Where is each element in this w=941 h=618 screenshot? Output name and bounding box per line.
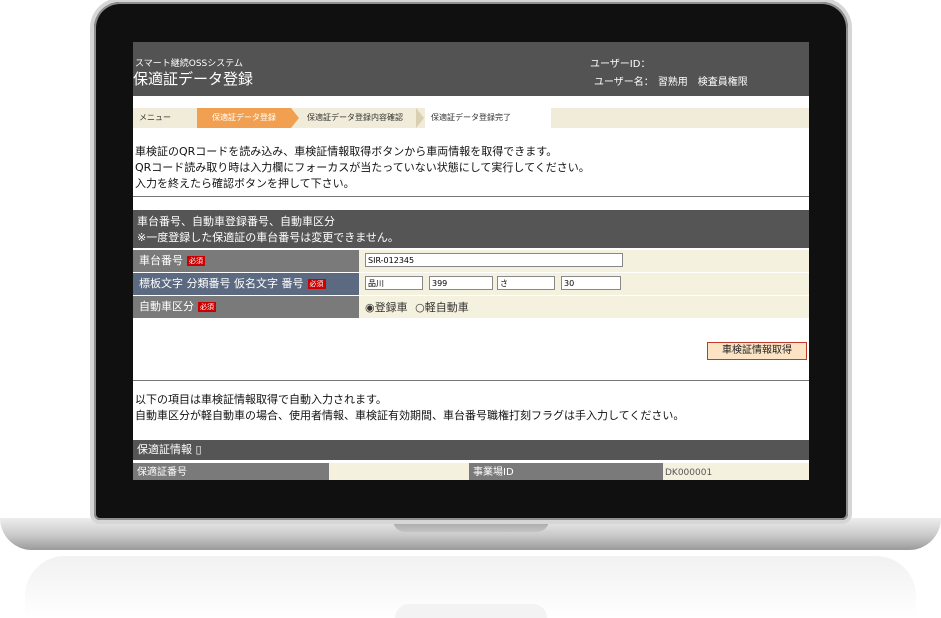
- breadcrumb-menu[interactable]: メニュー: [133, 108, 199, 128]
- plate-row: 標板文字 分類番号 仮名文字 番号 必須 品川 399 さ 30: [133, 273, 809, 295]
- cert-row: 保適証番号 事業場ID DK000001: [133, 463, 809, 480]
- plate-label: 標板文字 分類番号 仮名文字 番号 必須: [133, 273, 359, 295]
- plate-kana-input[interactable]: さ: [497, 276, 555, 290]
- vehicle-section-note: ※一度登録した保適証の車台番号は変更できません。: [137, 231, 399, 244]
- cert-number-label: 保適証番号: [133, 463, 329, 480]
- chassis-label: 車台番号 必須: [133, 250, 359, 272]
- laptop-reflection-notch: [395, 604, 547, 618]
- user-name-value: 習熟用 検査員権限: [657, 77, 748, 88]
- radio-kei[interactable]: ○: [415, 301, 425, 314]
- required-badge: 必須: [187, 256, 205, 266]
- plate-region-input[interactable]: 品川: [365, 276, 423, 290]
- user-name: ユーザー名： 習熟用 検査員権限: [590, 73, 748, 88]
- app-screen: スマート継続OSSシステム 保適証データ登録 ユーザーID： ユーザー名： 習熟用…: [133, 42, 809, 480]
- breadcrumb-current: 保適証データ登録: [197, 108, 291, 128]
- radio-kei-label: 軽自動車: [424, 301, 469, 314]
- plate-value-cell: 品川 399 さ 30: [359, 273, 809, 295]
- chassis-row: 車台番号 必須 SIR-012345: [133, 250, 809, 272]
- intro-line: QRコード読み取り時は入力欄にフォーカスが当たっていない状態にして実行してくださ…: [135, 161, 590, 174]
- breadcrumb-confirm: 保適証データ登録内容確認: [307, 113, 403, 122]
- intro-line: 入力を終えたら確認ボタンを押して下さい。: [135, 177, 355, 190]
- cert-section-header: 保適証情報 ▯: [133, 440, 809, 460]
- vehicle-section-header: 車台番号、自動車登録番号、自動車区分 ※一度登録した保適証の車台番号は変更できま…: [133, 210, 809, 248]
- chassis-value-cell: SIR-012345: [359, 250, 809, 272]
- radio-registered[interactable]: ◉: [365, 301, 375, 314]
- breadcrumb: メニュー 保適証データ登録 保適証データ登録内容確認 保適証データ登録完了: [133, 108, 809, 128]
- office-id-value: DK000001: [663, 463, 809, 480]
- intro-line: 車検証のQRコードを読み込み、車検証情報取得ボタンから車両情報を取得できます。: [135, 145, 558, 158]
- breadcrumb-arrow: [416, 108, 424, 128]
- breadcrumb-arrow: [291, 108, 299, 128]
- category-row: 自動車区分 必須 ◉登録車 ○軽自動車: [133, 296, 809, 318]
- page-title: 保適証データ登録: [133, 70, 254, 88]
- required-badge: 必須: [307, 279, 326, 289]
- auto-input-note: 以下の項目は車検証情報取得で自動入力されます。 自動車区分が軽自動車の場合、使用…: [135, 392, 684, 424]
- user-name-label: ユーザー名：: [594, 77, 654, 88]
- fetch-vehicle-info-button[interactable]: 車検証情報取得: [707, 342, 807, 360]
- plate-label-text: 標板文字 分類番号 仮名文字 番号: [139, 277, 304, 290]
- category-radio-group: ◉登録車 ○軽自動車: [365, 299, 469, 315]
- vehicle-section-title: 車台番号、自動車登録番号、自動車区分: [137, 215, 335, 228]
- document-icon: ▯: [195, 443, 202, 456]
- chassis-label-text: 車台番号: [139, 254, 183, 267]
- note-line: 以下の項目は車検証情報取得で自動入力されます。: [135, 393, 387, 406]
- app-header: スマート継続OSSシステム 保適証データ登録 ユーザーID： ユーザー名： 習熟用…: [133, 42, 809, 96]
- category-value-cell: ◉登録車 ○軽自動車: [359, 296, 809, 318]
- laptop-notch: [393, 518, 549, 532]
- plate-class-input[interactable]: 399: [429, 276, 493, 290]
- plate-number-input[interactable]: 30: [561, 276, 621, 290]
- user-id-label: ユーザーID：: [590, 59, 651, 70]
- office-id-label: 事業場ID: [469, 463, 663, 480]
- divider: [133, 380, 809, 381]
- breadcrumb-complete: 保適証データ登録完了: [425, 108, 551, 128]
- required-badge: 必須: [198, 302, 216, 312]
- chassis-number-input[interactable]: SIR-012345: [365, 253, 623, 267]
- divider: [133, 196, 809, 197]
- radio-registered-label: 登録車: [374, 301, 408, 314]
- cert-section-title: 保適証情報: [137, 443, 192, 456]
- cert-number-value: [329, 463, 469, 480]
- note-line: 自動車区分が軽自動車の場合、使用者情報、車検証有効期間、車台番号職権打刻フラグは…: [135, 409, 685, 422]
- category-label: 自動車区分 必須: [133, 296, 359, 318]
- category-label-text: 自動車区分: [139, 300, 194, 313]
- intro-text: 車検証のQRコードを読み込み、車検証情報取得ボタンから車両情報を取得できます。 …: [135, 144, 590, 192]
